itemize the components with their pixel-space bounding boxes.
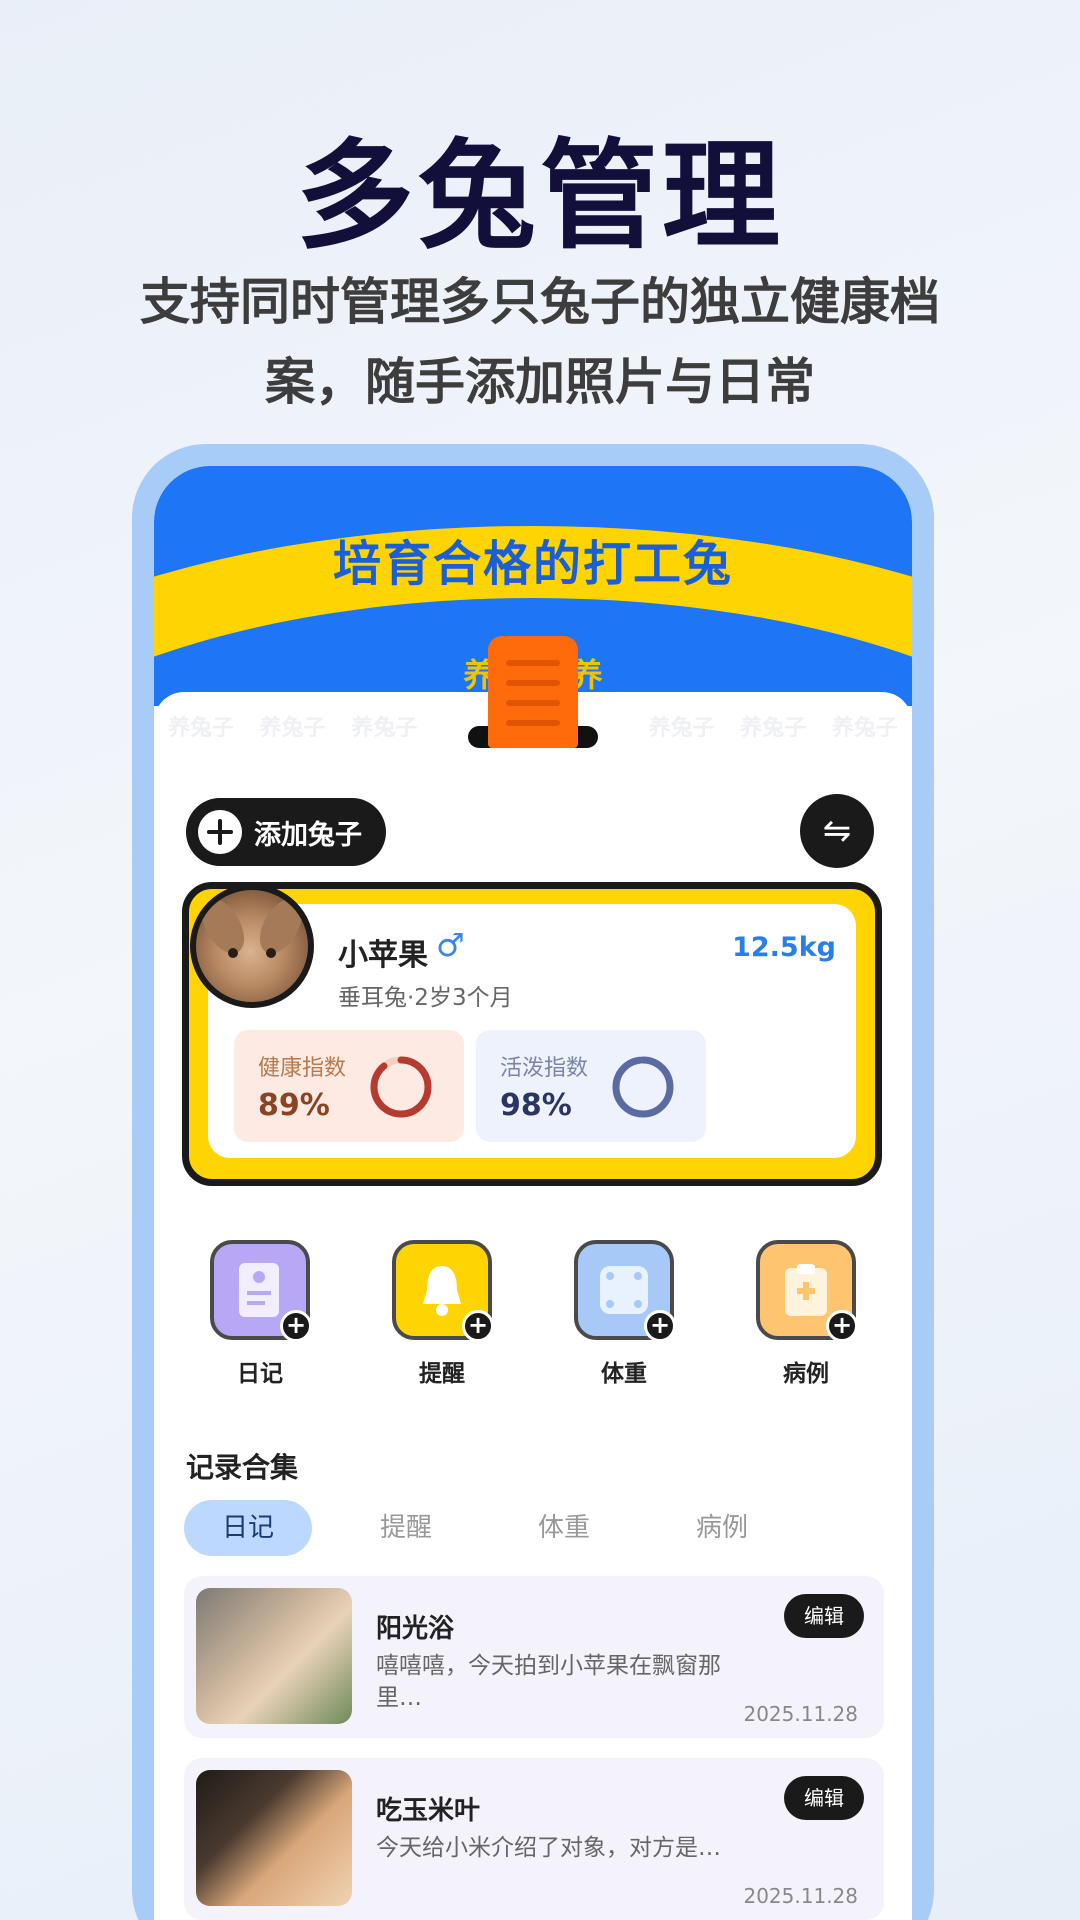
- quick-action-case[interactable]: + 病例: [756, 1240, 858, 1388]
- quick-action-label: 体重: [601, 1361, 647, 1387]
- quick-action-weight[interactable]: + 体重: [574, 1240, 676, 1388]
- switch-rabbit-button[interactable]: ⇋: [800, 794, 874, 868]
- health-ring: [370, 1056, 432, 1118]
- health-index-value: 89%: [258, 1088, 330, 1123]
- watermark-text: 养兔子: [740, 716, 807, 741]
- quick-action-label: 提醒: [419, 1361, 465, 1387]
- quick-action-label: 日记: [237, 1361, 283, 1387]
- phone-screen: 培育合格的打工兔 养好 好养 养兔子 养兔子 养兔子 养兔子 养兔子 养兔子 添…: [154, 466, 912, 1920]
- plus-badge-icon: +: [462, 1310, 494, 1342]
- tab-diary[interactable]: 日记: [184, 1500, 312, 1556]
- active-index-card: 活泼指数 98%: [476, 1030, 706, 1142]
- hero-subtitle: 支持同时管理多只兔子的独立健康档 案，随手添加照片与日常: [80, 262, 1000, 422]
- record-item[interactable]: 吃玉米叶 今天给小米介绍了对象，对方是… 2025.11.28 编辑: [184, 1758, 884, 1920]
- avatar[interactable]: [190, 884, 314, 1008]
- record-item[interactable]: 阳光浴 嘻嘻嘻，今天拍到小苹果在飘窗那里… 2025.11.28 编辑: [184, 1576, 884, 1738]
- quick-action-reminder[interactable]: + 提醒: [392, 1240, 494, 1388]
- active-index-value: 98%: [500, 1088, 572, 1123]
- record-photo: [196, 1770, 352, 1906]
- health-index-card: 健康指数 89%: [234, 1030, 464, 1142]
- add-rabbit-button[interactable]: 添加兔子: [186, 798, 386, 866]
- record-date: 2025.11.28: [743, 1702, 858, 1726]
- diary-icon: +: [210, 1240, 312, 1342]
- hero-subtitle-line1: 支持同时管理多只兔子的独立健康档: [140, 273, 940, 331]
- record-title: 吃玉米叶: [376, 1796, 481, 1826]
- record-date: 2025.11.28: [743, 1884, 858, 1908]
- hero-subtitle-line2: 案，随手添加照片与日常: [265, 353, 815, 411]
- plus-icon: [198, 810, 242, 854]
- record-text: 今天给小米介绍了对象，对方是…: [376, 1835, 721, 1861]
- tab-case[interactable]: 病例: [658, 1500, 786, 1556]
- clip-icon: [488, 636, 578, 748]
- quick-action-diary[interactable]: + 日记: [210, 1240, 312, 1388]
- plus-badge-icon: +: [644, 1310, 676, 1342]
- tab-reminder[interactable]: 提醒: [342, 1500, 470, 1556]
- record-title: 阳光浴: [376, 1614, 455, 1644]
- edit-button[interactable]: 编辑: [784, 1594, 864, 1638]
- active-index-label: 活泼指数: [500, 1056, 589, 1081]
- record-tabs: 日记 提醒 体重 病例: [184, 1500, 884, 1556]
- male-icon: ♂: [436, 926, 465, 964]
- record-text: 嘻嘻嘻，今天拍到小苹果在飘窗那里…: [376, 1653, 721, 1711]
- watermark-text: 养兔子: [351, 716, 418, 741]
- tab-weight[interactable]: 体重: [500, 1500, 628, 1556]
- records-section-title: 记录合集: [186, 1451, 299, 1484]
- banner-title: 培育合格的打工兔: [332, 536, 733, 592]
- rabbit-meta: 垂耳兔·2岁3个月: [338, 985, 513, 1011]
- watermark-text: 养兔子: [259, 716, 326, 741]
- rabbit-weight: 12.5kg: [732, 932, 836, 963]
- scale-icon: +: [574, 1240, 676, 1342]
- rabbit-name: 小苹果: [338, 938, 428, 973]
- plus-badge-icon: +: [826, 1310, 858, 1342]
- add-rabbit-label: 添加兔子: [254, 819, 362, 851]
- active-ring: [612, 1056, 674, 1118]
- watermark-text: 养兔子: [831, 716, 898, 741]
- edit-button[interactable]: 编辑: [784, 1776, 864, 1820]
- health-index-label: 健康指数: [258, 1056, 347, 1081]
- record-photo: [196, 1588, 352, 1724]
- plus-badge-icon: +: [280, 1310, 312, 1342]
- clipboard-icon: +: [756, 1240, 858, 1342]
- quick-action-label: 病例: [783, 1361, 829, 1387]
- watermark-text: 养兔子: [648, 716, 715, 741]
- bell-icon: +: [392, 1240, 494, 1342]
- hero-title: 多兔管理: [295, 127, 784, 265]
- swap-icon: ⇋: [822, 811, 852, 851]
- watermark-text: 养兔子: [168, 716, 235, 741]
